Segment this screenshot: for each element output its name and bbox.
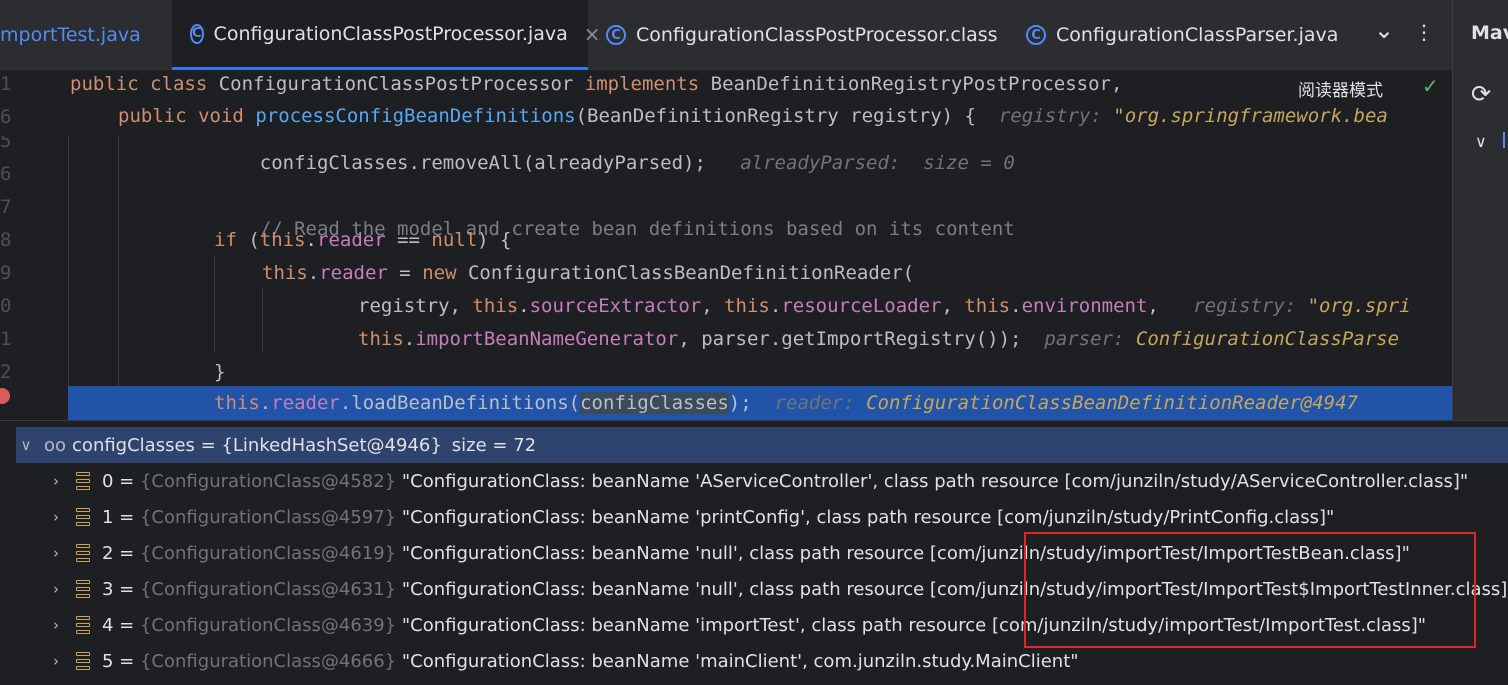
- variable-row-configclasses[interactable]: ∨ oo configClasses = {LinkedHashSet@4946…: [16, 427, 1508, 463]
- variable-row[interactable]: › 0 = {ConfigurationClass@4582} "Configu…: [0, 463, 1508, 499]
- code-line: }: [214, 361, 226, 383]
- code-line: registry, this.sourceExtractor, this.res…: [358, 295, 1411, 317]
- chevron-right-icon[interactable]: ›: [46, 472, 66, 490]
- tree-marker: [1503, 132, 1505, 148]
- code-line: this.importBeanNameGenerator, parser.get…: [358, 328, 1400, 350]
- list-item-icon: [76, 580, 90, 598]
- refresh-icon[interactable]: ⟳: [1471, 80, 1491, 108]
- breakpoint-icon[interactable]: [0, 388, 10, 404]
- chevron-right-icon[interactable]: ›: [46, 616, 66, 634]
- line-number: 2: [0, 361, 12, 383]
- line-number: 1: [0, 73, 12, 95]
- chevron-right-icon[interactable]: ›: [46, 580, 66, 598]
- list-item-icon: [76, 616, 90, 634]
- sticky-line: public void processConfigBeanDefinitions…: [118, 105, 1388, 127]
- annotation-highlight-box: [1024, 532, 1476, 648]
- variable-value: {LinkedHashSet@4946}: [221, 434, 442, 456]
- line-number: 6: [0, 106, 12, 128]
- tab-label: ConfigurationClassPostProcessor.class: [636, 24, 998, 46]
- indent-guide: [214, 256, 215, 352]
- code-line: configClasses.removeAll(alreadyParsed); …: [259, 152, 1015, 174]
- code-line: this.reader = new ConfigurationClassBean…: [262, 262, 915, 284]
- chevron-right-icon[interactable]: ›: [46, 544, 66, 562]
- tab-configurationclassparser[interactable]: C ConfigurationClassParser.java: [1026, 0, 1346, 70]
- maven-title: Mav: [1471, 22, 1508, 44]
- list-item-icon: [76, 472, 90, 490]
- chevron-right-icon[interactable]: ›: [46, 652, 66, 670]
- list-item-icon: [76, 508, 90, 526]
- more-icon[interactable]: ⋮: [1414, 20, 1434, 44]
- class-icon: C: [606, 25, 626, 45]
- indent-guide: [262, 288, 263, 352]
- line-number: 0: [0, 295, 12, 317]
- tab-configurationclasspostprocessor-java[interactable]: C ConfigurationClassPostProcessor.java ×: [172, 0, 601, 70]
- tab-label: ConfigurationClassParser.java: [1056, 24, 1339, 46]
- code-line: if (this.reader == null) {: [214, 229, 512, 251]
- line-number: 6: [0, 163, 12, 185]
- reader-mode-button[interactable]: 阅读器模式: [1298, 76, 1383, 101]
- execution-line: this.reader.loadBeanDefinitions(configCl…: [214, 392, 1358, 414]
- chevron-right-icon[interactable]: ›: [46, 508, 66, 526]
- list-item-icon: [76, 652, 90, 670]
- editor-tab-bar: mportTest.java C ConfigurationClassPostP…: [0, 0, 1452, 71]
- class-icon: C: [190, 23, 204, 44]
- tab-configurationclasspostprocessor-class[interactable]: C ConfigurationClassPostProcessor.class: [606, 0, 1006, 70]
- chevron-down-icon[interactable]: ⌄: [1374, 16, 1394, 44]
- maven-tool-window: Mav ⟳ ∨: [1452, 0, 1508, 420]
- line-number: 1: [0, 328, 12, 350]
- line-number: 9: [0, 262, 12, 284]
- tab-importtest[interactable]: mportTest.java: [0, 0, 172, 70]
- class-icon: C: [1026, 25, 1046, 45]
- line-number: 8: [0, 229, 12, 251]
- variable-name: configClasses: [72, 434, 195, 456]
- variable-row[interactable]: › 1 = {ConfigurationClass@4597} "Configu…: [0, 499, 1508, 535]
- close-icon[interactable]: ×: [584, 22, 601, 46]
- list-item-icon: [76, 544, 90, 562]
- tab-label: mportTest.java: [0, 24, 141, 46]
- sticky-scope-header: public class ConfigurationClassPostProce…: [0, 70, 1452, 136]
- line-number: 7: [0, 196, 12, 218]
- watch-icon: oo: [44, 434, 67, 456]
- check-icon: ✓: [1422, 74, 1439, 98]
- chevron-down-icon[interactable]: ∨: [1475, 132, 1487, 151]
- tab-label: ConfigurationClassPostProcessor.java: [213, 22, 568, 45]
- variable-row[interactable]: › 5 = {ConfigurationClass@4666} "Configu…: [0, 643, 1508, 679]
- sticky-line: public class ConfigurationClassPostProce…: [70, 73, 1123, 95]
- variable-size: size = 72: [451, 434, 537, 456]
- indent-guide: [118, 136, 119, 386]
- chevron-down-icon[interactable]: ∨: [16, 436, 36, 454]
- indent-guide: [68, 136, 69, 386]
